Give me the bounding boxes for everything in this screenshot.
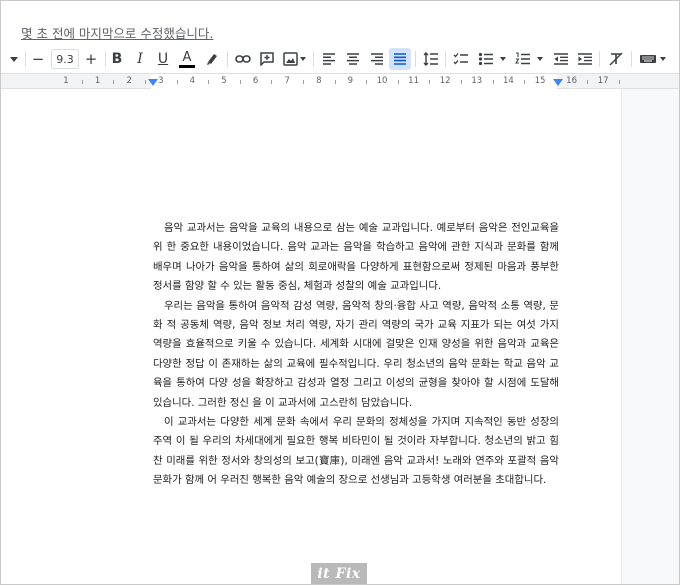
ruler-tick-mark [334,80,336,84]
toolbar: − 9.3 + B I U A [1,45,679,73]
ruler[interactable]: 1 1 2 3 4 5 6 7 8 9 10 11 12 13 14 15 16 17 [1,73,679,89]
ruler-tick-mark [239,80,241,84]
text-color-swatch [179,64,195,68]
editor-window: 몇 초 전에 마지막으로 수정했습니다. − 9.3 + B I U A 1 1… [0,0,680,585]
ruler-tick-mark [81,80,83,84]
ruler-tick-label: 17 [597,76,609,86]
paragraph-2: 우리는 음악을 통하여 음악적 감성 역량, 음악적 창의·융합 사고 역량, … [153,299,559,409]
link-icon[interactable] [233,45,253,73]
decrease-indent-icon[interactable] [551,45,571,73]
clear-formatting-icon[interactable] [605,45,627,73]
paragraph-3: 이 교과서는 다양한 세계 문화 속에서 우리 문화의 정체성을 가지며 지속적… [153,416,559,487]
ruler-tick-label: 8 [316,76,322,86]
ruler-tick-mark [524,80,526,84]
highlight-pen-icon[interactable] [203,45,221,73]
align-left-icon[interactable] [319,45,339,73]
toolbar-divider [25,51,26,67]
toolbar-divider [313,51,314,67]
checklist-icon[interactable] [451,45,471,73]
align-center-icon[interactable] [343,45,363,73]
line-spacing-icon[interactable] [421,45,441,73]
paragraph-1: 음악 교과서는 음악을 교육의 내용으로 삼는 예술 교과입니다. 예로부터 음… [153,222,559,293]
ruler-tick-mark [492,80,494,84]
insert-image-icon[interactable] [281,45,309,73]
toolbar-divider [227,51,228,67]
ruler-tick-label: 12 [439,76,451,86]
ruler-tick-label: 13 [471,76,483,86]
decrease-font-size-button[interactable]: − [30,45,46,73]
ruler-tick-label: 1 [63,76,69,86]
ruler-tick-mark [461,80,462,84]
ruler-tick-label: 5 [221,76,227,86]
ruler-tick-label: 1 [94,76,101,86]
ruler-tick-label: 10 [376,76,388,86]
increase-indent-icon[interactable] [575,45,595,73]
ruler-tick-mark [587,80,589,84]
ruler-tick-label: 9 [347,76,354,86]
ruler-tick-label: 7 [284,76,290,86]
ruler-tick-label: 6 [252,76,259,86]
document-body[interactable]: 음악 교과서는 음악을 교육의 내용으로 삼는 예술 교과입니다. 예로부터 음… [153,219,559,491]
ruler-tick-label: 4 [189,76,196,86]
bulleted-list-icon[interactable] [476,45,510,73]
text-color-label: A [182,49,192,65]
toolbar-divider [445,51,446,67]
input-tools-icon[interactable] [637,45,671,73]
watermark-logo: it Fix [311,563,367,584]
increase-font-size-button[interactable]: + [83,45,99,73]
toolbar-divider [415,51,416,67]
font-size-input[interactable]: 9.3 [51,49,79,69]
ruler-tick-mark [397,80,399,84]
ruler-tick-mark [366,80,368,84]
style-dropdown-chevron-icon[interactable] [7,45,21,73]
last-edit-link[interactable]: 몇 초 전에 마지막으로 수정했습니다. [21,23,213,42]
ruler-tick-mark [271,80,273,84]
toolbar-divider [105,51,106,67]
ruler-tick-mark [619,80,620,84]
comment-icon[interactable] [257,45,277,73]
ruler-tick-label: 14 [502,76,514,86]
toolbar-divider [599,51,600,67]
underline-button[interactable]: U [155,45,171,73]
side-panel-area [621,89,679,584]
ruler-tick-mark [145,80,146,84]
ruler-tick-label: 16 [566,76,577,86]
ruler-tick-mark [176,80,178,84]
ruler-tick-mark [113,80,115,84]
ruler-tick-mark [303,80,304,84]
ruler-tick-mark [208,80,210,84]
align-right-icon[interactable] [367,45,387,73]
ruler-tick-label: 2 [126,76,132,86]
ruler-tick-label: 15 [534,76,546,86]
text-color-button[interactable]: A [177,45,197,73]
right-indent-marker-icon[interactable] [553,79,563,86]
header-bar: 몇 초 전에 마지막으로 수정했습니다. [1,1,679,43]
numbered-list-icon[interactable] [513,45,547,73]
bold-button[interactable]: B [109,45,125,73]
align-justify-icon[interactable] [389,48,411,70]
italic-button[interactable]: I [132,45,148,73]
ruler-tick-mark [429,80,431,84]
left-indent-marker-icon[interactable] [148,79,158,86]
toolbar-divider [631,51,632,67]
ruler-tick-label: 11 [408,76,419,86]
